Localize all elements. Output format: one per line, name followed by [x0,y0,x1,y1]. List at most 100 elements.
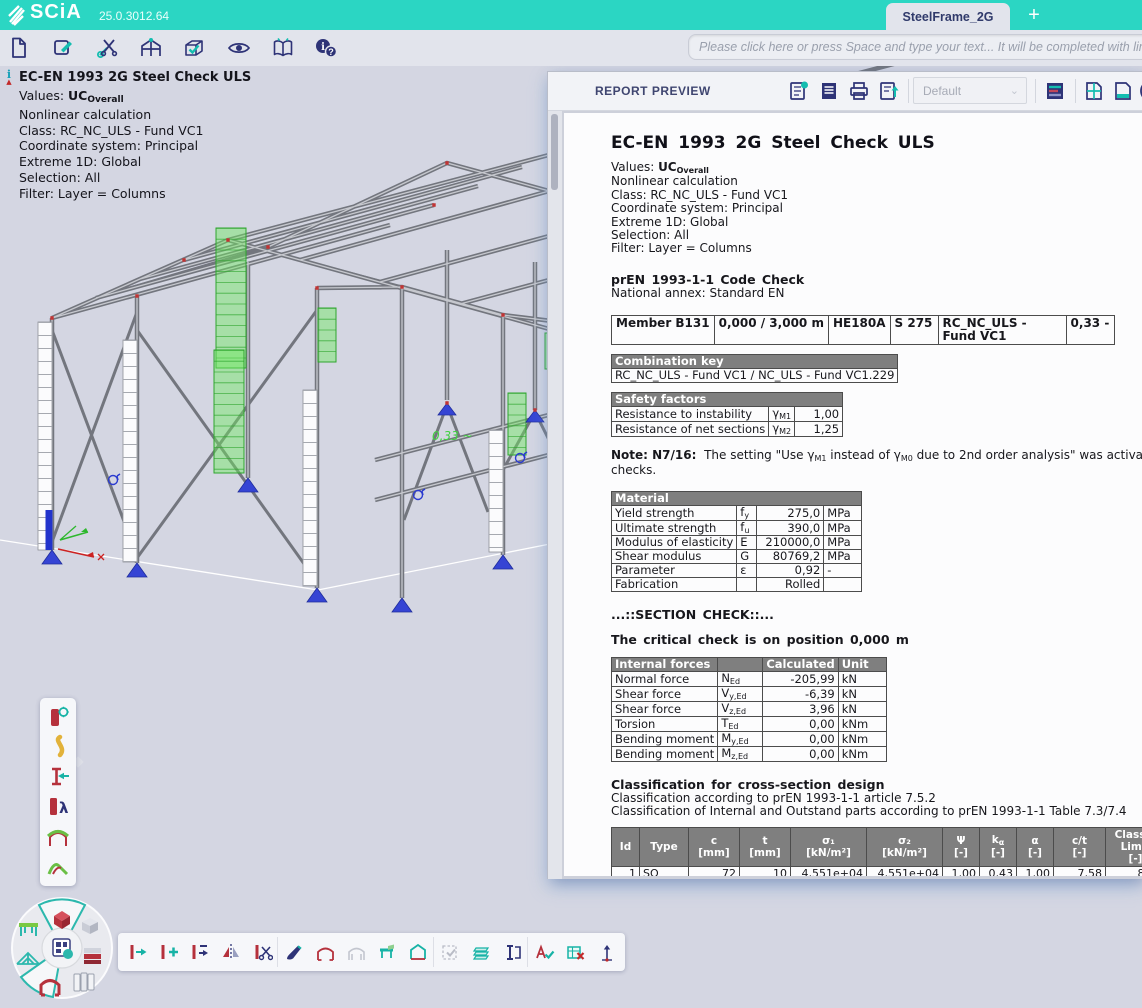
multicopy-member-button[interactable] [184,937,215,967]
project-tab[interactable]: SteelFrame_2G [886,3,1010,30]
help-button[interactable]: i ? [309,33,343,63]
structure-model-button[interactable] [134,33,168,63]
scrollbar-thumb[interactable] [551,114,558,190]
table-row: FabricationRolled [612,578,862,592]
report-preview-body: EC-EN 1993 2G Steel Check ULS Values: UC… [548,111,1142,879]
table-row: Bending momentMy,Ed0,00kNm [612,732,887,747]
frame-outline-icon [407,941,429,963]
new-project-button[interactable] [2,33,36,63]
portal-frame-disabled-icon [345,941,367,963]
info-icon[interactable]: i▲ [3,70,15,86]
report-scrollbar[interactable] [548,111,562,879]
dropdown-value: Default [923,84,961,98]
single-page-view-icon [1111,79,1135,103]
check-text-icon [533,941,555,963]
critical-check-line: The critical check is on position 0,000 … [611,632,1142,647]
help-icon: i ? [313,36,339,60]
check-text-button[interactable] [527,937,559,967]
report-page-button[interactable] [814,76,844,106]
result-info-overlay: i▲ EC-EN 1993 2G Steel Check ULS Values:… [3,70,251,202]
deformed-shape-button[interactable] [40,732,76,762]
safety-factors-table: Safety factors Resistance to instability… [611,392,843,437]
table-row: Bending momentMz,Ed0,00kNm [612,747,887,762]
new-tab-button[interactable]: + [1022,2,1046,28]
portal-frame-disabled-button[interactable] [340,937,371,967]
paintbrush-button[interactable] [277,937,309,967]
classification-table: Id Type c[mm] t[mm] σ₁[kN/m²] σ₂[kN/m²] … [611,827,1142,876]
classification-line: Classification according to prEN 1993-1-… [611,792,1142,805]
app-version: 25.0.3012.64 [99,9,169,23]
report-info-line: Extreme 1D: Global [611,216,1142,229]
mirror-button[interactable] [215,937,246,967]
dimension-line-icon [595,941,617,963]
layout-button[interactable] [1040,76,1070,106]
libraries-button[interactable] [266,33,300,63]
toolbar-separator [908,79,909,103]
uc-value-label: 0,33 ~ [432,429,473,443]
report-panel-title: REPORT PREVIEW [595,84,711,98]
member-settings-button[interactable] [40,702,76,732]
section-check-title: ...::SECTION CHECK::... [611,607,1142,622]
report-title: EC-EN 1993 2G Steel Check ULS [611,133,1142,153]
wheel-stack-icon[interactable] [84,948,101,964]
export-report-button[interactable] [874,76,904,106]
svg-text:λ: λ [59,799,69,817]
insert-item-button[interactable] [784,76,814,106]
report-template-dropdown[interactable]: Default ⌄ [913,77,1027,104]
zoom-100-button[interactable]: 100 [1136,76,1142,106]
tools-button[interactable] [90,33,124,63]
table-row: Resistance of net sections γM2 1,25 [612,422,843,437]
overlay-line: Class: RC_NC_ULS - Fund VC1 [19,123,251,139]
frame-outline-button[interactable] [402,937,433,967]
layers-icon [470,941,492,963]
report-info-line: Class: RC_NC_ULS - Fund VC1 [611,189,1142,202]
rename-button[interactable] [496,937,527,967]
command-input[interactable] [688,34,1142,60]
note-line: Note: N7/16: The setting "Use γM1 instea… [611,449,1142,463]
steel-check-button[interactable] [40,762,76,792]
selection-check-button[interactable] [433,937,465,967]
visibility-icon [227,36,251,60]
two-page-view-icon [1082,79,1106,103]
check-structure-icon [182,36,206,60]
process-wheel[interactable] [6,896,120,1008]
dimension-line-button[interactable] [590,937,621,967]
visibility-button[interactable] [222,33,256,63]
print-button[interactable] [844,76,874,106]
table-row: Modulus of elasticityE210000,0MPa [612,536,862,550]
overlay-line: Filter: Layer = Columns [19,186,251,202]
code-check-title: prEN 1993-1-1 Code Check [611,272,1142,287]
table-row: Resistance to instability γM1 1,00 [612,407,843,422]
move-member-button[interactable] [122,937,153,967]
report-page[interactable]: EC-EN 1993 2G Steel Check ULS Values: UC… [564,113,1142,876]
portal-frame-button[interactable] [40,822,76,852]
material-table: Material Yield strengthfy275,0MPa Ultima… [611,491,862,592]
edit-project-button[interactable] [46,33,80,63]
table-row: Shear forceVy,Ed-6,39kN [612,687,887,702]
national-annex-line: National annex: Standard EN [611,287,1142,300]
stability-lambda-button[interactable]: λ [40,792,76,822]
two-page-view-button[interactable] [1079,76,1109,106]
cut-member-button[interactable] [246,937,277,967]
check-structure-button[interactable] [177,33,211,63]
copy-member-button[interactable] [153,937,184,967]
overlay-line: Selection: All [19,170,251,186]
portal-frame-red-icon [314,941,336,963]
edit-project-icon [51,36,75,60]
connection-check-button[interactable] [40,852,76,882]
delete-table-button[interactable] [559,937,590,967]
toolbar-separator [1075,79,1076,103]
internal-forces-table: Internal forces Calculated Unit Normal f… [611,657,887,762]
mirror-icon [220,941,242,963]
connection-check-icon [45,854,71,880]
table-composer-button[interactable] [371,937,402,967]
deformed-shape-icon [45,734,71,760]
single-page-view-button[interactable] [1108,76,1138,106]
scia-app-window: { "titlebar": {"brand": "SCiA", "version… [0,0,1142,1008]
svg-text:i: i [321,42,325,53]
portal-frame-red-button[interactable] [309,937,340,967]
wheel-books-icon[interactable] [74,973,94,991]
layers-button[interactable] [465,937,496,967]
wheel-center-icon[interactable] [53,939,73,959]
delete-table-icon [564,941,586,963]
